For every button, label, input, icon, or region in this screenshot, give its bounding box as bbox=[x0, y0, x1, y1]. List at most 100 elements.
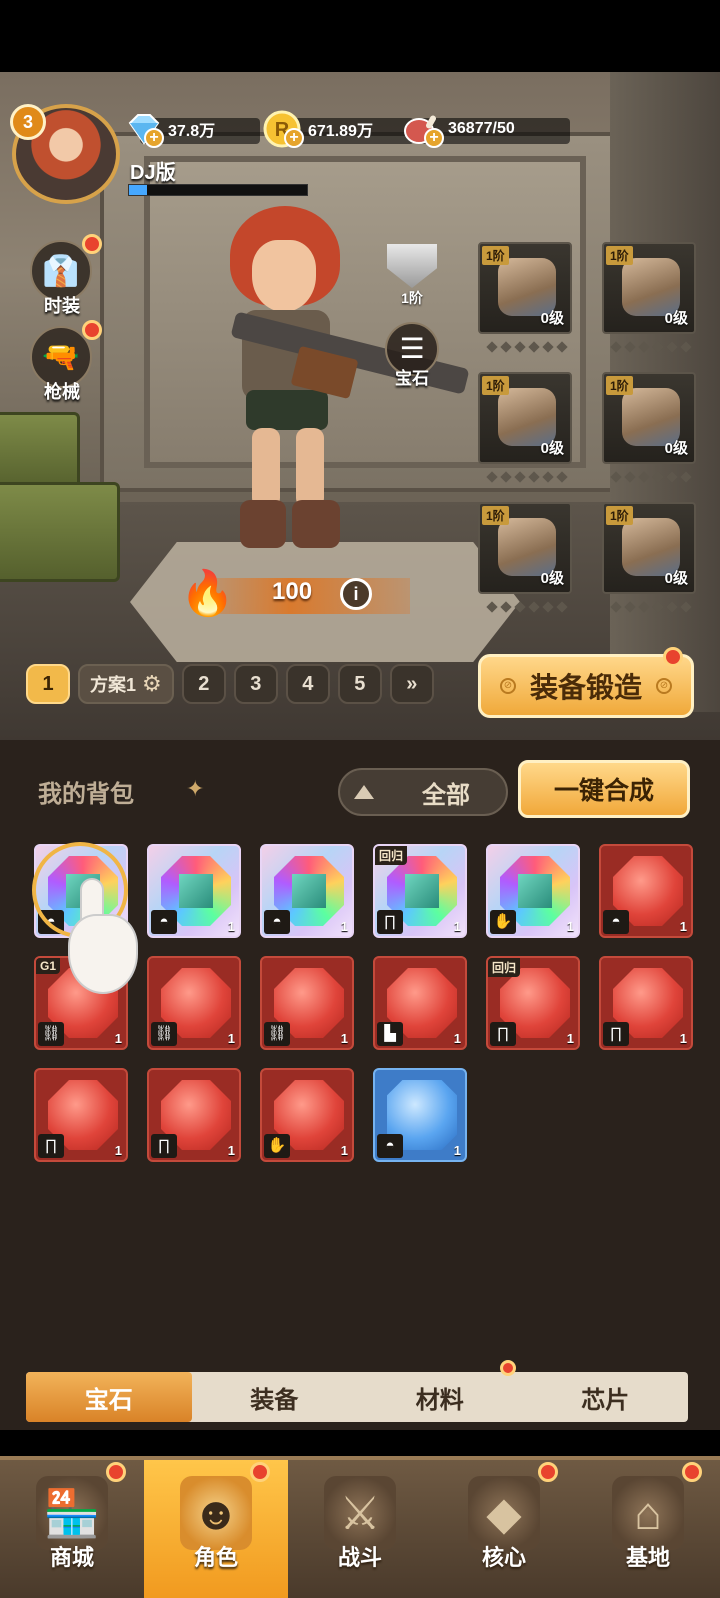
rank-badge[interactable]: 1阶 bbox=[386, 244, 438, 306]
tab-materials[interactable]: 材料 bbox=[357, 1372, 523, 1422]
stamina-value: 36877/50 bbox=[448, 120, 515, 137]
inventory-gem-slot[interactable]: ◓1 bbox=[147, 844, 241, 938]
merge-all-button[interactable]: 一键合成 bbox=[518, 760, 690, 818]
tab-equipment[interactable]: 装备 bbox=[192, 1372, 358, 1422]
resource-meat[interactable]: + 36877/50 bbox=[402, 112, 570, 148]
battle-icon: ⚔ bbox=[324, 1476, 396, 1550]
loadout-tab-2[interactable]: 2 bbox=[181, 664, 226, 704]
helmet-icon: ◓ bbox=[603, 910, 629, 934]
nav-label: 战斗 bbox=[337, 1545, 382, 1570]
loadout-tab-1[interactable]: 1 bbox=[26, 664, 70, 704]
nav-core[interactable]: ◆ 核心 bbox=[432, 1460, 576, 1598]
forge-equipment-button[interactable]: ⊘ 装备锻造 ⊘ bbox=[478, 647, 694, 718]
boot-icon: ▙ bbox=[377, 1022, 403, 1046]
inventory-gem-slot[interactable]: ⛓ 1 bbox=[147, 956, 241, 1050]
inventory-gem-slot[interactable]: ✋ 1 bbox=[260, 1068, 354, 1162]
helmet-icon: ◓ bbox=[151, 910, 177, 934]
loadout-tab-5[interactable]: 5 bbox=[337, 664, 382, 704]
hand-palm bbox=[68, 914, 138, 994]
loadout-tab-4[interactable]: 4 bbox=[285, 664, 330, 704]
nav-character[interactable]: ☻ 角色 bbox=[144, 1460, 288, 1598]
nav-shop[interactable]: 🏪 商城 bbox=[0, 1460, 144, 1598]
resource-diamond[interactable]: + 37.8万 bbox=[122, 112, 260, 148]
inventory-gem-slot[interactable]: ✋ 1 bbox=[486, 844, 580, 938]
gem-count: 1 bbox=[453, 1031, 461, 1046]
gem-count: 1 bbox=[679, 919, 687, 934]
add-stamina-button[interactable]: + bbox=[424, 128, 444, 148]
loadout-more-button[interactable]: » bbox=[389, 664, 434, 704]
equip-slot-boots[interactable]: 1阶 0级 bbox=[478, 502, 572, 613]
nav-base[interactable]: ⌂ 基地 bbox=[576, 1460, 720, 1598]
filter-dropdown[interactable]: 全部 bbox=[338, 768, 508, 816]
weapon-label: 枪械 bbox=[44, 382, 80, 402]
info-icon[interactable]: i bbox=[340, 578, 372, 610]
weapon-button[interactable]: 🔫 枪械 bbox=[30, 320, 102, 404]
equip-tier: 1阶 bbox=[606, 376, 633, 395]
equip-slot-gloves[interactable]: 1阶 0级 bbox=[602, 502, 696, 613]
equip-tier: 1阶 bbox=[482, 506, 509, 525]
gem-socket-row bbox=[480, 340, 574, 354]
fashion-button[interactable]: 👔 时装 bbox=[30, 234, 102, 318]
gem-count: 1 bbox=[227, 919, 235, 934]
inventory-gem-slot[interactable]: ∏ 1 bbox=[147, 1068, 241, 1162]
character-icon: ☻ bbox=[180, 1476, 252, 1550]
notification-dot bbox=[250, 1462, 270, 1482]
nav-battle[interactable]: ⚔ 战斗 bbox=[288, 1460, 432, 1598]
gem-socket-row bbox=[604, 600, 698, 614]
loadout-plan[interactable]: 方案1 ⚙ bbox=[78, 664, 174, 704]
character-face bbox=[252, 240, 316, 312]
equip-slot-armor[interactable]: 1阶 0级 bbox=[478, 372, 572, 483]
notification-dot bbox=[106, 1462, 126, 1482]
equip-slot-gauntlet[interactable]: 1阶 0级 bbox=[602, 242, 696, 353]
status-bar-area bbox=[0, 0, 720, 72]
equip-level: 0级 bbox=[664, 310, 688, 327]
loadout-tab-3[interactable]: 3 bbox=[233, 664, 278, 704]
inventory-gem-slot[interactable]: ◓1 bbox=[599, 844, 693, 938]
player-level-badge: 3 bbox=[10, 104, 46, 140]
diamond-value: 37.8万 bbox=[168, 123, 216, 140]
gem-count: 1 bbox=[453, 919, 461, 934]
gem-count: 1 bbox=[566, 1031, 574, 1046]
nav-label: 角色 bbox=[193, 1545, 238, 1570]
gem-count: 1 bbox=[340, 919, 348, 934]
add-diamond-button[interactable]: + bbox=[144, 128, 164, 148]
character-leg bbox=[296, 428, 324, 508]
character-boot bbox=[292, 500, 340, 548]
inventory-gem-slot[interactable]: ∏ 1 bbox=[34, 1068, 128, 1162]
add-coin-button[interactable]: + bbox=[284, 128, 304, 148]
category-tabs: 宝石 装备 材料 芯片 bbox=[26, 1372, 688, 1422]
equip-slot-pants[interactable]: 1阶 0级 bbox=[602, 372, 696, 483]
power-value: 100 bbox=[272, 578, 313, 605]
tab-gems[interactable]: 宝石 bbox=[26, 1372, 192, 1422]
base-icon: ⌂ bbox=[612, 1476, 684, 1550]
pants-icon: ∏ bbox=[490, 1022, 516, 1046]
nav-label: 基地 bbox=[625, 1545, 670, 1570]
inventory-gem-slot[interactable]: ◓1 bbox=[373, 1068, 467, 1162]
pants-icon: ∏ bbox=[151, 1134, 177, 1158]
gem-count: 1 bbox=[114, 1031, 122, 1046]
gem-count: 1 bbox=[566, 919, 574, 934]
gem-button-label: 宝石 bbox=[395, 369, 429, 388]
gem-socket-row bbox=[604, 470, 698, 484]
glove-icon: ✋ bbox=[264, 1134, 290, 1158]
inventory-gem-slot[interactable]: ⛓ 1 bbox=[260, 956, 354, 1050]
gem-socket-row bbox=[480, 600, 574, 614]
inventory-gem-slot[interactable]: ◓1 bbox=[260, 844, 354, 938]
gem-button[interactable]: ☰ 宝石 bbox=[382, 322, 442, 392]
tab-chips[interactable]: 芯片 bbox=[523, 1372, 689, 1422]
notification-dot bbox=[682, 1462, 702, 1482]
ammo-crate bbox=[0, 412, 80, 492]
loadout-tabs: 1 方案1 ⚙ 2 3 4 5 » bbox=[26, 664, 434, 708]
equip-slot-helmet[interactable]: 1阶 0级 bbox=[478, 242, 572, 353]
gear-icon[interactable]: ⚙ bbox=[142, 671, 162, 697]
resource-coin[interactable]: R + 671.89万 bbox=[262, 110, 414, 148]
inventory-gem-slot[interactable]: 回归 ∏ 1 bbox=[373, 844, 467, 938]
inventory-gem-slot[interactable]: ▙ 1 bbox=[373, 956, 467, 1050]
gem-socket-row bbox=[480, 470, 574, 484]
pants-icon: ∏ bbox=[377, 910, 403, 934]
exp-bar bbox=[128, 184, 308, 196]
inventory-gem-slot[interactable]: 回归 ∏ 1 bbox=[486, 956, 580, 1050]
notification-dot bbox=[82, 234, 102, 254]
inventory-gem-slot[interactable]: ∏ 1 bbox=[599, 956, 693, 1050]
gauntlet-icon: ⛓ bbox=[38, 1022, 64, 1046]
